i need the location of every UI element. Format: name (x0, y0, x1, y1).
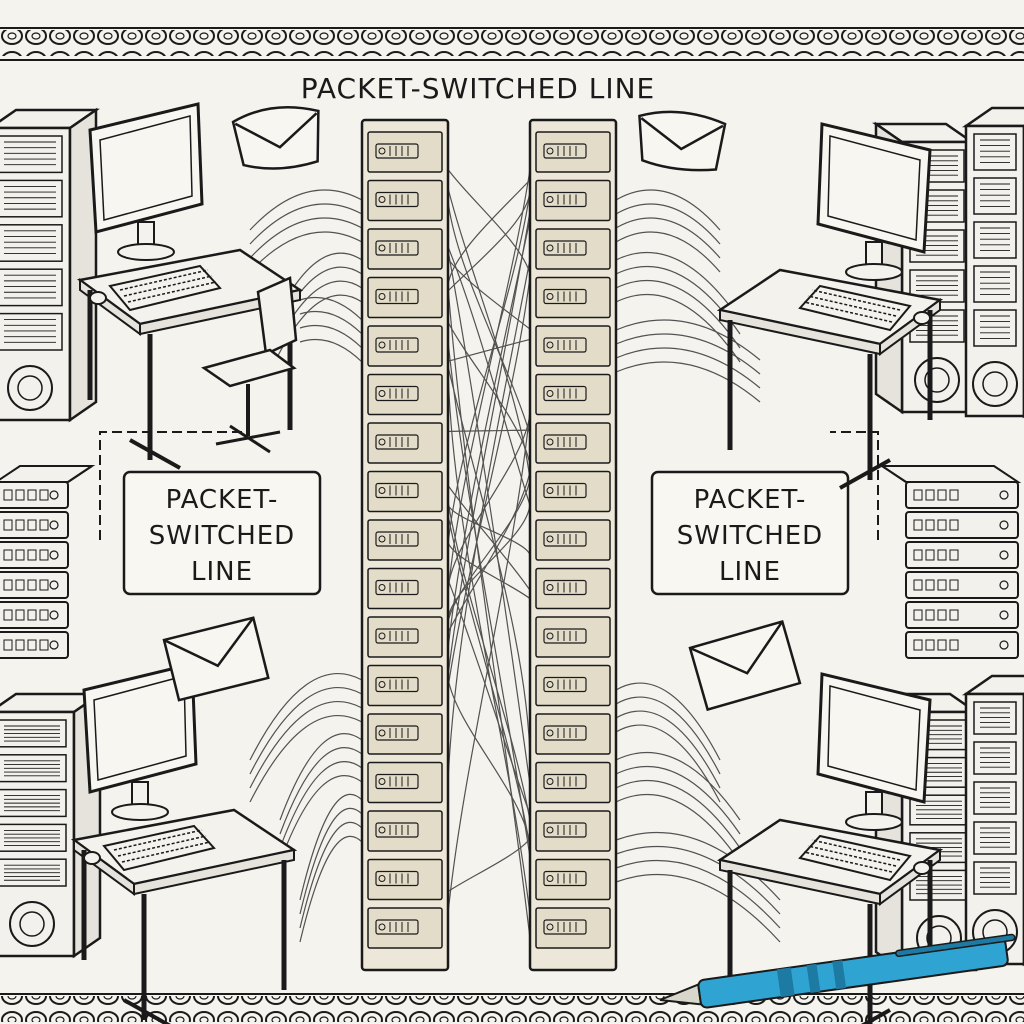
callout-left: PACKET- SWITCHED LINE (99, 431, 322, 596)
server-tower-icon (961, 674, 1024, 967)
callout-left-line2: SWITCHED (149, 521, 295, 551)
server-tower-icon (0, 107, 101, 423)
server-rack-icon (528, 118, 618, 972)
envelope-icon (162, 616, 270, 702)
callout-right-line1: PACKET- (694, 485, 807, 515)
computer-monitor-icon (88, 102, 204, 261)
envelope-icon (688, 619, 802, 712)
server-rack-icon (360, 118, 450, 972)
top-chain-border (0, 30, 1024, 56)
callout-right-line2: SWITCHED (677, 521, 823, 551)
envelope-icon (231, 106, 320, 170)
callout-left-line3: LINE (191, 557, 253, 587)
workstation (716, 122, 944, 490)
server-tower-icon (961, 106, 1024, 419)
server-stack-icon (878, 465, 1022, 659)
callout-right-line3: LINE (719, 557, 781, 587)
envelope-icon (638, 110, 727, 172)
illustration-canvas: PACKET-SWITCHED LINE PACKET- SWITCHED LI… (0, 27, 1024, 1024)
server-stack-icon (0, 465, 96, 659)
diagram-title: PACKET-SWITCHED LINE (301, 72, 655, 105)
callout-left-line1: PACKET- (166, 485, 279, 515)
callout-right: PACKET- SWITCHED LINE (650, 431, 879, 596)
packet-switching-illustration: PACKET-SWITCHED LINE PACKET- SWITCHED LI… (0, 0, 1024, 1024)
workstation (70, 662, 298, 1024)
